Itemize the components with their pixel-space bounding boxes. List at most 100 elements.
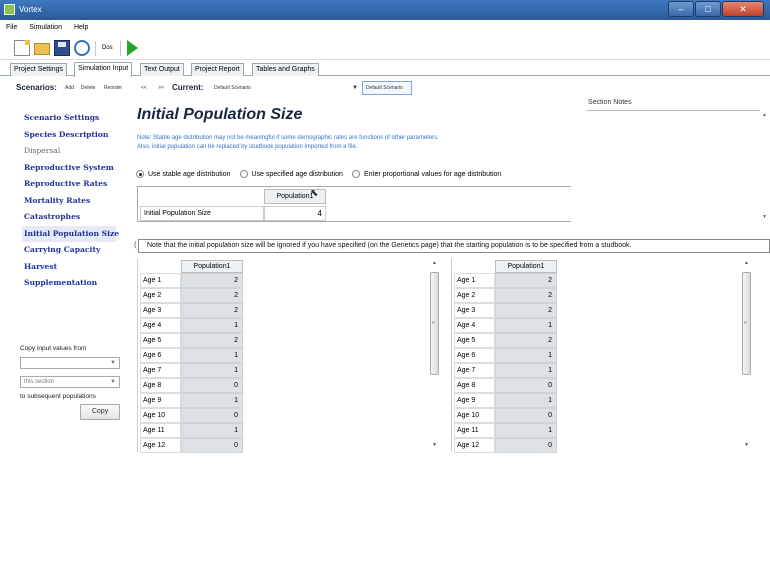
menu-bar: File Simulation Help — [0, 20, 770, 34]
age-value[interactable]: 1 — [181, 318, 243, 333]
scroll-up-icon[interactable]: ▲ — [432, 260, 437, 266]
age-value[interactable]: 2 — [181, 288, 243, 303]
table-row: Age 61 — [140, 348, 243, 363]
age-value[interactable]: 0 — [181, 408, 243, 423]
nav-harvest[interactable]: Harvest — [24, 259, 124, 276]
nav-scenario-settings[interactable]: Scenario Settings — [24, 110, 124, 127]
note-line: Also, initial population can be replaced… — [137, 144, 358, 150]
age-label: Age 10 — [454, 408, 495, 423]
copy-button[interactable]: Copy — [80, 404, 120, 420]
age-label: Age 3 — [454, 303, 495, 318]
age-value[interactable]: 0 — [181, 438, 243, 453]
radio-proportional[interactable]: Enter proportional values for age distri… — [351, 170, 502, 178]
table-row: Age 61 — [454, 348, 557, 363]
tab-project-settings[interactable]: Project Settings — [10, 63, 68, 76]
reorder-scenario-button[interactable]: Reorder — [104, 85, 122, 91]
menu-help[interactable]: Help — [74, 24, 88, 31]
nav-dispersal[interactable]: Dispersal — [24, 143, 124, 160]
nav-reproductive-rates[interactable]: Reproductive Rates — [24, 176, 124, 193]
current-scenario-select[interactable]: Default Scenario ▼ — [212, 83, 360, 94]
grid-right-scrollbar[interactable]: ▲ ≡ ▼ — [742, 258, 751, 452]
radio-button[interactable] — [351, 170, 360, 178]
age-value[interactable]: 1 — [181, 348, 243, 363]
age-value[interactable]: 1 — [495, 348, 557, 363]
age-value[interactable]: 2 — [495, 303, 557, 318]
age-value[interactable]: 1 — [181, 393, 243, 408]
table-row: Age 80 — [140, 378, 243, 393]
age-value[interactable]: 2 — [181, 273, 243, 288]
nav-species-description[interactable]: Species Description — [24, 127, 124, 144]
age-value[interactable]: 2 — [495, 288, 557, 303]
menu-file[interactable]: File — [6, 24, 17, 31]
age-value[interactable]: 1 — [495, 318, 557, 333]
tab-text-output[interactable]: Text Output — [140, 63, 184, 76]
radio-button[interactable] — [239, 170, 248, 178]
nav-mortality-rates[interactable]: Mortality Rates — [24, 193, 124, 210]
scroll-up-icon[interactable]: ▲ — [762, 112, 767, 118]
tab-project-report[interactable]: Project Report — [191, 63, 244, 76]
column-header: Population1 — [495, 260, 557, 273]
window-controls: – □ ✕ — [667, 1, 764, 18]
nav-carrying-capacity[interactable]: Carrying Capacity — [24, 242, 124, 259]
scroll-down-icon[interactable]: ▼ — [762, 214, 767, 220]
grid-left-scrollbar[interactable]: ▲ ≡ ▼ — [430, 258, 439, 452]
radio-stable-age[interactable]: Use stable age distribution — [136, 170, 231, 178]
age-value[interactable]: 1 — [495, 393, 557, 408]
grip-icon: ≡ — [432, 320, 435, 326]
note-line: Note: Stable age distribution may not be… — [137, 135, 439, 141]
nav-initial-population-size[interactable]: Initial Population Size — [22, 225, 119, 242]
tab-simulation-input[interactable]: Simulation Input — [74, 62, 133, 77]
close-button[interactable]: ✕ — [722, 1, 764, 17]
nav-supplementation[interactable]: Supplementation — [24, 275, 124, 292]
scroll-down-icon[interactable]: ▼ — [744, 442, 749, 448]
copy-from-select[interactable]: ▼ — [20, 357, 120, 369]
age-value[interactable]: 1 — [181, 423, 243, 438]
dos-button[interactable]: Dos — [102, 45, 113, 51]
initial-population-input[interactable]: 4 — [264, 206, 326, 221]
tab-tables-and-graphs[interactable]: Tables and Graphs — [252, 63, 319, 76]
age-value[interactable]: 1 — [495, 423, 557, 438]
radio-button[interactable] — [136, 170, 144, 178]
run-icon[interactable] — [127, 40, 138, 56]
age-value[interactable]: 2 — [181, 303, 243, 318]
table-row: Age 10 0 — [140, 408, 243, 423]
radio-specified-age[interactable]: Use specified age distribution — [239, 170, 343, 178]
age-value[interactable]: 0 — [495, 408, 557, 423]
age-value[interactable]: 2 — [495, 273, 557, 288]
new-file-icon[interactable] — [14, 40, 30, 56]
maximize-button[interactable]: □ — [695, 1, 721, 17]
age-value[interactable]: 0 — [495, 378, 557, 393]
scroll-up-icon[interactable]: ▲ — [744, 260, 749, 266]
copy-to-text: to subsequent populations — [20, 393, 96, 400]
dropdown-arrow-icon: ▼ — [110, 360, 116, 366]
scroll-down-icon[interactable]: ▼ — [432, 442, 437, 448]
add-scenario-button[interactable]: Add — [65, 85, 74, 91]
selected-scenario-box[interactable]: Default Scenario — [362, 81, 412, 95]
age-value[interactable]: 2 — [495, 333, 557, 348]
age-label: Age 9 — [140, 393, 181, 408]
copy-section-select[interactable]: this section ▼ — [20, 376, 120, 388]
open-folder-icon[interactable] — [34, 43, 50, 55]
next-scenario-button[interactable]: >> — [158, 85, 164, 91]
copy-section-value: this section — [24, 379, 55, 385]
delete-scenario-button[interactable]: Delete — [81, 85, 95, 91]
age-value[interactable]: 2 — [181, 333, 243, 348]
window-title: Vortex — [19, 5, 42, 14]
minimize-button[interactable]: – — [668, 1, 694, 17]
save-icon[interactable] — [54, 40, 70, 56]
previous-scenario-button[interactable]: << — [141, 85, 147, 91]
grip-icon: ≡ — [744, 320, 747, 326]
age-value[interactable]: 0 — [495, 438, 557, 453]
nav-catastrophes[interactable]: Catastrophes — [24, 209, 124, 226]
nav-reproductive-system[interactable]: Reproductive System — [24, 160, 124, 177]
age-distribution-grid-right: Population1 Age 12 Age 22 Age 32 Age 41 … — [451, 258, 761, 453]
section-notes-scrollbar[interactable]: ▲ ▼ — [760, 110, 770, 222]
age-distribution-grid-left: Population1 Age 12 Age 22 Age 32 Age 41 … — [137, 258, 441, 453]
age-value[interactable]: 1 — [495, 363, 557, 378]
toolbar: Dos — [0, 34, 770, 60]
menu-simulation[interactable]: Simulation — [29, 24, 62, 31]
radio-label: Enter proportional values for age distri… — [363, 170, 502, 178]
help-icon[interactable] — [74, 40, 90, 56]
age-value[interactable]: 0 — [181, 378, 243, 393]
age-value[interactable]: 1 — [181, 363, 243, 378]
